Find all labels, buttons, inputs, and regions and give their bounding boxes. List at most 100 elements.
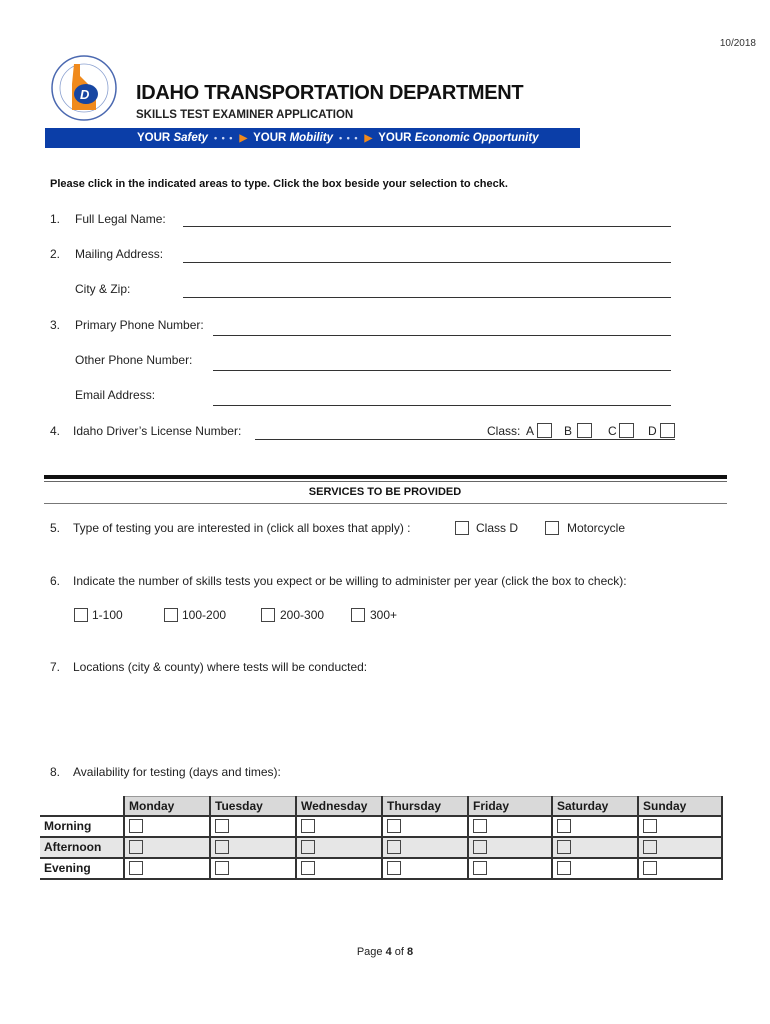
range-300-plus-label: 300+ [370, 608, 398, 622]
arrow-right-icon: ▶ [364, 132, 373, 144]
other-phone-label: Other Phone Number: [75, 353, 193, 367]
form-subtitle: SKILLS TEST EXAMINER APPLICATION [136, 109, 354, 121]
class-a-label: A [526, 424, 535, 438]
class-c-checkbox[interactable] [619, 423, 634, 438]
range-1-100-label: 1-100 [92, 608, 123, 622]
class-a-checkbox[interactable] [537, 423, 552, 438]
city-zip-field[interactable] [183, 296, 671, 298]
availability-label: Availability for testing (days and times… [73, 765, 281, 779]
q4-number: 4. [50, 424, 61, 438]
city-zip-label: City & Zip: [75, 282, 131, 296]
evening-thursday-checkbox[interactable] [387, 860, 401, 875]
range-200-300-label: 200-300 [280, 608, 325, 622]
evening-tuesday-checkbox[interactable] [215, 860, 229, 875]
page-of: of [394, 946, 404, 958]
q5-number: 5. [50, 521, 61, 535]
motorcycle-checkbox[interactable] [545, 521, 559, 535]
current-page: 4 [385, 946, 392, 958]
range-200-300-checkbox[interactable] [261, 608, 275, 622]
afternoon-wednesday-checkbox[interactable] [301, 839, 315, 854]
form-date: 10/2018 [719, 38, 756, 49]
morning-wednesday-checkbox[interactable] [301, 818, 315, 833]
services-heading: SERVICES TO BE PROVIDED [308, 486, 462, 498]
org-title: IDAHO TRANSPORTATION DEPARTMENT [136, 82, 524, 104]
banner-your-1: YOUR [137, 132, 171, 144]
license-number-field[interactable] [255, 438, 675, 440]
q6-number: 6. [50, 574, 61, 588]
class-d-checkbox[interactable] [660, 423, 675, 438]
afternoon-saturday-checkbox[interactable] [557, 839, 571, 854]
email-field[interactable] [213, 404, 671, 406]
email-label: Email Address: [75, 388, 156, 402]
afternoon-friday-checkbox[interactable] [473, 839, 487, 854]
testing-type-label: Type of testing you are interested in (c… [73, 521, 411, 535]
range-300-plus-checkbox[interactable] [351, 608, 365, 622]
morning-saturday-checkbox[interactable] [557, 818, 571, 833]
class-d-testing-checkbox[interactable] [455, 521, 469, 535]
morning-thursday-checkbox[interactable] [387, 818, 401, 833]
time-label: Evening [44, 861, 91, 875]
afternoon-sunday-checkbox[interactable] [643, 839, 657, 854]
banner-economic: Economic Opportunity [414, 132, 539, 144]
section-divider-bottom [44, 503, 727, 504]
mailing-address-field[interactable] [183, 261, 671, 263]
banner-mobility: Mobility [289, 132, 334, 144]
locations-field[interactable] [73, 680, 673, 750]
class-b-checkbox[interactable] [577, 423, 592, 438]
total-pages: 8 [407, 946, 414, 958]
mailing-address-label: Mailing Address: [75, 247, 164, 261]
time-label: Afternoon [40, 836, 124, 858]
day-header: Friday [467, 796, 552, 816]
section-divider [44, 475, 727, 479]
afternoon-monday-checkbox[interactable] [129, 839, 143, 854]
banner-safety: Safety [173, 132, 208, 144]
range-100-200-checkbox[interactable] [164, 608, 178, 622]
itd-logo-icon: D [51, 55, 117, 121]
day-header: Thursday [381, 796, 468, 816]
test-count-label: Indicate the number of skills tests you … [73, 574, 627, 588]
availability-row-evening: Evening [40, 857, 723, 879]
primary-phone-field[interactable] [213, 334, 671, 336]
q2-number: 2. [50, 247, 61, 261]
evening-sunday-checkbox[interactable] [643, 860, 657, 875]
day-header: Wednesday [295, 796, 382, 816]
evening-saturday-checkbox[interactable] [557, 860, 571, 875]
page-prefix: Page [356, 946, 383, 958]
afternoon-thursday-checkbox[interactable] [387, 839, 401, 854]
full-name-field[interactable] [183, 225, 671, 227]
svg-text:D: D [80, 87, 90, 102]
q1-number: 1. [50, 212, 61, 226]
q7-number: 7. [50, 660, 61, 674]
class-d-label: D [648, 424, 657, 438]
day-header: Saturday [551, 796, 638, 816]
other-phone-field[interactable] [213, 369, 671, 371]
instructions: Please click in the indicated areas to t… [50, 178, 508, 190]
locations-label: Locations (city & county) where tests wi… [73, 660, 368, 674]
availability-table: Monday Tuesday Wednesday Thursday Friday… [40, 796, 723, 880]
range-1-100-checkbox[interactable] [74, 608, 88, 622]
evening-monday-checkbox[interactable] [129, 860, 143, 875]
morning-friday-checkbox[interactable] [473, 818, 487, 833]
q3-number: 3. [50, 318, 61, 332]
arrow-right-icon: ▶ [239, 132, 248, 144]
afternoon-tuesday-checkbox[interactable] [215, 839, 229, 854]
evening-wednesday-checkbox[interactable] [301, 860, 315, 875]
availability-row-afternoon: Afternoon [40, 836, 723, 858]
morning-tuesday-checkbox[interactable] [215, 818, 229, 833]
day-header: Tuesday [209, 796, 296, 816]
q8-number: 8. [50, 765, 61, 779]
day-header: Monday [123, 796, 210, 816]
range-100-200-label: 100-200 [182, 608, 227, 622]
primary-phone-label: Primary Phone Number: [75, 318, 204, 332]
evening-friday-checkbox[interactable] [473, 860, 487, 875]
banner-dots: • • • [213, 133, 234, 143]
class-b-label: B [564, 424, 573, 438]
class-d-testing-label: Class D [476, 521, 519, 535]
morning-monday-checkbox[interactable] [129, 818, 143, 833]
class-c-label: C [608, 424, 617, 438]
morning-sunday-checkbox[interactable] [643, 818, 657, 833]
time-label: Morning [44, 819, 92, 833]
availability-row-morning: Morning [40, 815, 723, 837]
section-divider-thin [44, 481, 727, 482]
slogan-banner: YOUR Safety • • • ▶ YOUR Mobility • • • ▶ … [45, 128, 580, 148]
